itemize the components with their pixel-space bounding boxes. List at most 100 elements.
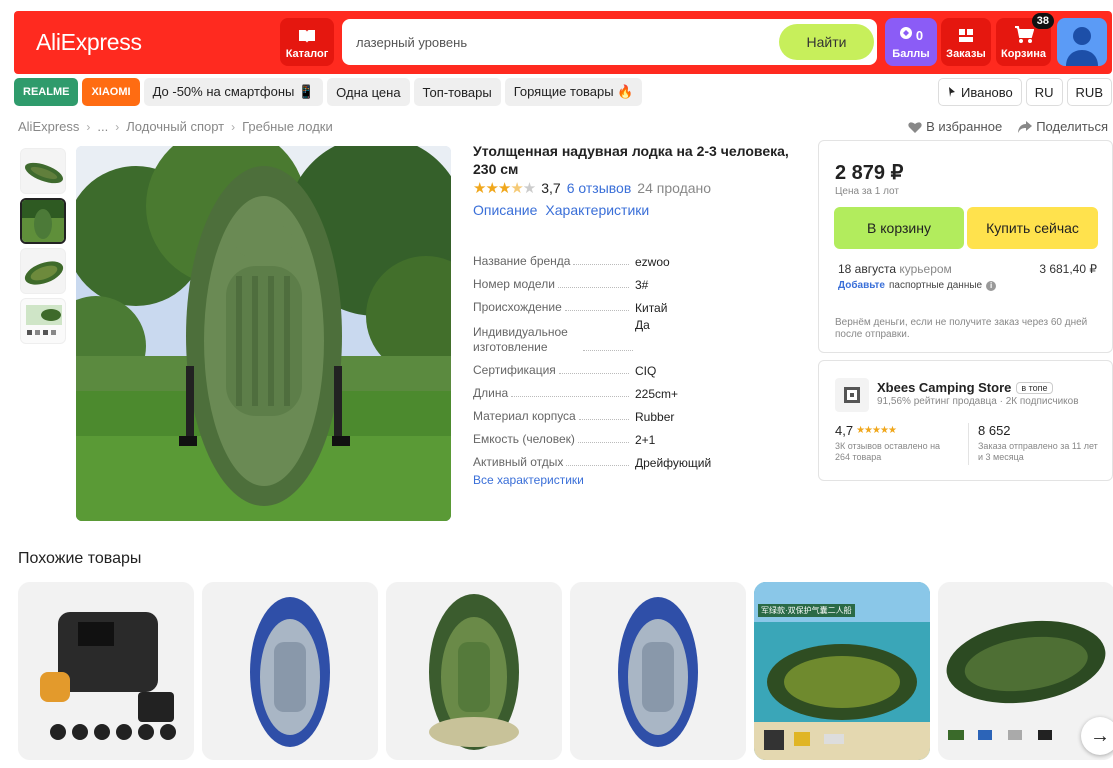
user-icon [1066, 27, 1098, 66]
chevron-right-icon: › [86, 119, 91, 134]
similar-product-card[interactable] [202, 582, 378, 760]
spec-key: Сертификация [473, 363, 559, 378]
spec-row: Емкость (человек) 2+1 [473, 424, 808, 447]
store-score: 4,7 [835, 423, 854, 438]
book-icon [299, 30, 315, 43]
reviews-link[interactable]: 6 отзывов [567, 180, 632, 196]
info-icon[interactable]: i [986, 280, 997, 291]
tab-specifications[interactable]: Характеристики [545, 202, 649, 218]
user-avatar[interactable] [1057, 18, 1107, 66]
heart-icon [908, 121, 922, 133]
breadcrumb: AliExpress › ... › Лодочный спорт › Греб… [18, 119, 333, 134]
refund-guarantee: Вернём деньги, если не получите заказ че… [835, 317, 1088, 340]
store-name[interactable]: Xbees Camping Store в топе [877, 380, 1053, 395]
spec-value: 3# [635, 278, 649, 292]
tab-description[interactable]: Описание [473, 202, 537, 218]
chevron-right-icon: › [115, 119, 120, 134]
thumbnail-boat-kit[interactable] [20, 298, 66, 344]
all-specs-link[interactable]: Все характеристики [473, 473, 584, 487]
sold-count: 24 продано [637, 180, 712, 196]
breadcrumb-item[interactable]: Лодочный спорт [126, 119, 224, 134]
chip-xiaomi[interactable]: XIAOMI [82, 78, 140, 106]
rating-row: ★★★★★ 3,7 6 отзывов 24 продано [473, 179, 711, 197]
chip-hot-products[interactable]: Горящие товары 🔥 [504, 78, 643, 106]
product-tabs: Описание Характеристики [473, 202, 649, 218]
points-button[interactable]: 0 Баллы [885, 18, 937, 66]
spec-value: 2+1 [635, 433, 656, 447]
similar-product-card[interactable] [386, 582, 562, 760]
currency-selector[interactable]: RUB [1066, 78, 1112, 106]
spec-key: Название бренда [473, 254, 574, 269]
breadcrumb-item[interactable]: AliExpress [18, 119, 79, 134]
store-icon [844, 387, 860, 403]
spec-key: Активный отдых [473, 455, 567, 470]
box-icon [959, 29, 973, 42]
carousel-next-arrow-icon[interactable]: → [1081, 717, 1113, 755]
thumbnail-boat-3[interactable] [20, 248, 66, 294]
share-button[interactable]: Поделиться [1018, 119, 1108, 134]
divider [968, 423, 969, 465]
store-score-desc: 3К отзывов оставлено на 264 товара [835, 441, 941, 462]
spec-value: ezwoo [635, 255, 670, 269]
star-rating-icon: ★★★★★ [473, 180, 536, 197]
share-label: Поделиться [1036, 119, 1108, 134]
spec-value: Да [635, 318, 650, 332]
similar-product-card[interactable]: 军绿款·双保护气囊二人船 [754, 582, 930, 760]
spec-key: Номер модели [473, 277, 558, 292]
store-card[interactable]: Xbees Camping Store в топе 91,56% рейтин… [818, 360, 1113, 481]
store-top-badge: в топе [1016, 381, 1053, 394]
breadcrumb-item[interactable]: ... [97, 119, 108, 134]
breadcrumb-item[interactable]: Гребные лодки [242, 119, 333, 134]
product-actions: В избранное Поделиться [908, 119, 1108, 134]
header-bar: AliExpress Каталог Найти 0 Баллы Заказы … [14, 11, 1112, 74]
cart-icon [1014, 26, 1034, 43]
store-rating-line: 91,56% рейтинг продавца · 2К подписчиков [877, 396, 1079, 407]
add-passport-link[interactable]: Добавьте [838, 280, 885, 291]
similar-products-title: Похожие товары [18, 550, 142, 567]
main-product-image[interactable] [76, 146, 451, 521]
rating-value: 3,7 [541, 180, 561, 196]
catalog-button[interactable]: Каталог [280, 18, 334, 66]
language-selector[interactable]: RU [1025, 78, 1063, 106]
delivery-price: 3 681,40 ₽ [1039, 262, 1097, 276]
delivery-info: 18 августа курьером [838, 262, 952, 276]
spec-key: Происхождение [473, 300, 565, 315]
thumbnail-boat-2[interactable] [20, 198, 66, 244]
chip-top-products[interactable]: Топ-товары [413, 78, 501, 106]
chevron-right-icon: › [231, 119, 236, 134]
store-score-stat: 4,7 ★★★★★ 3К отзывов оставлено на 264 тов… [835, 423, 955, 463]
add-to-cart-button[interactable]: В корзину [834, 207, 964, 249]
search-button[interactable]: Найти [779, 24, 874, 60]
store-shipped-desc: Заказа отправлено за 11 лет и 3 месяца [978, 441, 1098, 462]
city-selector[interactable]: Иваново [938, 78, 1022, 106]
buy-now-button[interactable]: Купить сейчас [967, 207, 1098, 249]
spec-row: Название бренда ezwoo [473, 246, 808, 269]
favorite-button[interactable]: В избранное [908, 119, 1002, 134]
thumbnail-boat-1[interactable] [20, 148, 66, 194]
image-thumbnails [20, 148, 66, 348]
cart-button[interactable]: Корзина 38 [996, 13, 1054, 66]
similar-product-card[interactable] [570, 582, 746, 760]
cart-count-badge: 38 [1031, 13, 1054, 29]
coin-icon [899, 27, 912, 39]
spec-row: Номер модели 3# [473, 269, 808, 292]
specs-table: Название бренда ezwoo Номер модели 3# Прои… [473, 246, 808, 470]
spec-value: Китай [635, 301, 668, 315]
orders-button[interactable]: Заказы [941, 18, 991, 66]
aliexpress-logo[interactable]: AliExpress [36, 29, 142, 56]
chip-realme[interactable]: REALME [14, 78, 79, 106]
spec-value: 225cm+ [635, 387, 679, 401]
spec-key: Емкость (человек) [473, 432, 578, 447]
passport-notice: Добавьте паспортные данные i [838, 280, 997, 291]
spec-key: Длина [473, 386, 512, 401]
chip-smartphones-sale[interactable]: До -50% на смартфоны 📱 [143, 78, 324, 106]
spec-row: Материал корпуса Rubber [473, 401, 808, 424]
similar-product-card[interactable] [18, 582, 194, 760]
store-name-text: Xbees Camping Store [877, 380, 1012, 395]
search-input[interactable] [342, 19, 762, 65]
buy-box: 2 879 ₽ Цена за 1 лот В корзину Купить с… [818, 140, 1113, 353]
spec-row: Сертификация CIQ [473, 355, 808, 378]
points-label: Баллы [892, 48, 930, 60]
spec-value: Rubber [635, 410, 675, 424]
chip-one-price[interactable]: Одна цена [327, 78, 410, 106]
